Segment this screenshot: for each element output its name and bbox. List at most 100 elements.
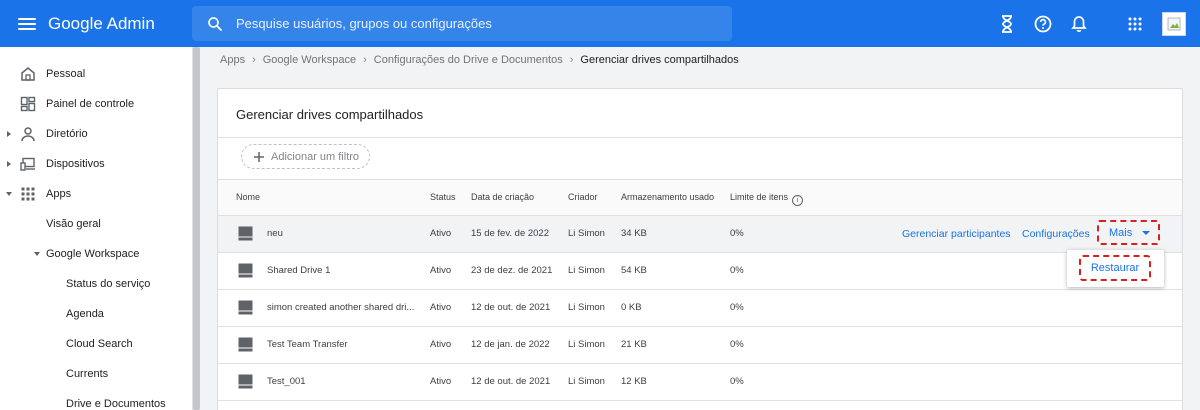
cell-name: neu — [267, 228, 283, 239]
sidebar-item-label: Cloud Search — [66, 338, 133, 350]
table-row[interactable]: simon created another shared dri... Ativ… — [218, 290, 1182, 327]
table-row[interactable]: Shared Drive 1 Ativo 23 de dez. de 2021 … — [218, 253, 1182, 290]
sidebar-item-painel[interactable]: Painel de controle — [0, 89, 193, 119]
column-header-status[interactable]: Status — [430, 192, 456, 202]
chevron-right-icon: › — [252, 54, 256, 66]
sidebar-item-label: Painel de controle — [46, 98, 135, 110]
sidebar-item-drive-documentos[interactable]: Drive e Documentos — [0, 389, 193, 410]
account-avatar[interactable] — [1162, 11, 1186, 36]
collapse-arrow-icon[interactable] — [6, 192, 12, 196]
column-header-limit[interactable]: Limite de itens i — [730, 192, 804, 206]
restore-label: Restaurar — [1090, 262, 1140, 274]
more-label: Mais — [1109, 226, 1133, 239]
cell-creator: Li Simon — [568, 265, 605, 276]
cell-limit: 0% — [730, 228, 744, 239]
shared-drive-icon — [238, 300, 253, 315]
shared-drive-icon — [238, 337, 253, 352]
divider — [218, 137, 1182, 138]
add-filter-button[interactable]: Adicionar um filtro — [241, 144, 370, 169]
sidebar-item-google-workspace[interactable]: Google Workspace — [0, 239, 193, 269]
sidebar-item-label: Status do serviço — [66, 278, 151, 290]
app-brand[interactable]: Google Admin — [48, 14, 178, 34]
cell-limit: 0% — [730, 302, 744, 313]
chevron-right-icon: › — [569, 54, 574, 66]
sidebar-item-currents[interactable]: Currents — [0, 359, 193, 389]
restore-menu-item[interactable]: Restaurar — [1079, 255, 1151, 281]
info-icon[interactable]: i — [792, 195, 804, 206]
dashboard-icon — [20, 96, 36, 112]
expand-arrow-icon[interactable] — [7, 161, 11, 167]
sidebar-item-agenda[interactable]: Agenda — [0, 299, 193, 329]
main-menu-icon[interactable] — [16, 16, 38, 32]
expand-arrow-icon[interactable] — [7, 131, 11, 137]
column-header-name[interactable]: Nome — [236, 192, 260, 202]
table-row[interactable]: neu Ativo 15 de fev. de 2022 Li Simon 34… — [218, 216, 1182, 253]
table-row[interactable]: Test_001 Ativo 12 de out. de 2021 Li Sim… — [218, 364, 1182, 401]
cell-created: 12 de jan. de 2022 — [471, 339, 550, 350]
chevron-down-icon — [1142, 230, 1151, 235]
cell-storage: 54 KB — [621, 265, 647, 276]
sidebar-item-label: Apps — [46, 188, 72, 200]
cell-status: Ativo — [430, 339, 452, 350]
shared-drive-icon — [238, 263, 253, 278]
cell-limit: 0% — [730, 339, 744, 350]
cell-storage: 21 KB — [621, 339, 647, 350]
sidebar-scrollbar[interactable] — [193, 47, 200, 410]
home-icon — [21, 67, 35, 81]
cell-creator: Li Simon — [568, 339, 605, 350]
sidebar-item-diretorio[interactable]: Diretório — [0, 119, 193, 149]
cell-limit: 0% — [730, 265, 744, 276]
manage-members-button[interactable]: Gerenciar participantes — [902, 228, 1011, 240]
shared-drives-card: Gerenciar drives compartilhados Adiciona… — [217, 88, 1183, 410]
column-header-created[interactable]: Data de criação — [471, 192, 534, 202]
add-filter-label: Adicionar um filtro — [271, 150, 360, 163]
search-bar[interactable] — [192, 6, 732, 41]
cell-created: 12 de out. de 2021 — [471, 302, 551, 313]
sidebar-item-label: Visão geral — [46, 218, 101, 230]
sidebar-item-apps[interactable]: Apps — [0, 179, 193, 209]
shared-drive-icon — [238, 374, 253, 389]
sidebar-item-status-servico[interactable]: Status do serviço — [0, 269, 193, 299]
breadcrumb-link[interactable]: Google Workspace — [263, 54, 356, 66]
cell-creator: Li Simon — [568, 228, 605, 239]
sidebar-item-cloud-search[interactable]: Cloud Search — [0, 329, 193, 359]
cell-created: 12 de out. de 2021 — [471, 376, 551, 387]
help-icon[interactable] — [1032, 13, 1054, 35]
cell-creator: Li Simon — [568, 302, 605, 313]
cell-storage: 34 KB — [621, 228, 647, 239]
devices-icon — [20, 157, 35, 171]
more-button[interactable]: Mais — [1097, 220, 1160, 245]
breadcrumb-link[interactable]: Apps — [220, 54, 245, 66]
sidebar-item-pessoal[interactable]: Pessoal — [0, 59, 193, 89]
sidebar-item-label: Agenda — [66, 308, 104, 320]
cell-name: Test_001 — [267, 376, 306, 387]
person-icon — [21, 127, 35, 142]
sidebar-nav: Pessoal Painel de controle Diretório Dis… — [0, 47, 193, 410]
breadcrumb-link[interactable]: Configurações do Drive e Documentos — [374, 54, 563, 66]
collapse-arrow-icon[interactable] — [34, 252, 40, 256]
scrollbar-thumb[interactable] — [193, 47, 200, 410]
hourglass-icon[interactable] — [996, 13, 1018, 35]
cell-status: Ativo — [430, 376, 452, 387]
cell-name: Test Team Transfer — [267, 339, 348, 350]
plus-icon — [254, 151, 264, 162]
card-title: Gerenciar drives compartilhados — [236, 107, 424, 122]
breadcrumb: Apps › Google Workspace › Configurações … — [220, 53, 739, 67]
settings-button[interactable]: Configurações — [1022, 228, 1090, 240]
apps-grid-icon[interactable] — [1124, 13, 1146, 35]
column-header-creator[interactable]: Criador — [568, 192, 598, 202]
sidebar-item-dispositivos[interactable]: Dispositivos — [0, 149, 193, 179]
table-row[interactable]: Test Team Transfer Ativo 12 de jan. de 2… — [218, 327, 1182, 364]
cell-storage: 0 KB — [621, 302, 642, 313]
column-header-limit-label: Limite de itens — [730, 192, 789, 202]
sidebar-item-visao-geral[interactable]: Visão geral — [0, 209, 193, 239]
column-header-storage[interactable]: Armazenamento usado — [621, 192, 714, 202]
shared-drive-icon — [238, 226, 253, 241]
cell-status: Ativo — [430, 302, 452, 313]
search-input[interactable] — [236, 16, 732, 31]
cell-limit: 0% — [730, 376, 744, 387]
breadcrumb-current: Gerenciar drives compartilhados — [580, 54, 739, 66]
sidebar-item-label: Diretório — [46, 128, 88, 140]
more-dropdown-menu: Restaurar — [1067, 250, 1164, 287]
notifications-icon[interactable] — [1068, 13, 1090, 35]
